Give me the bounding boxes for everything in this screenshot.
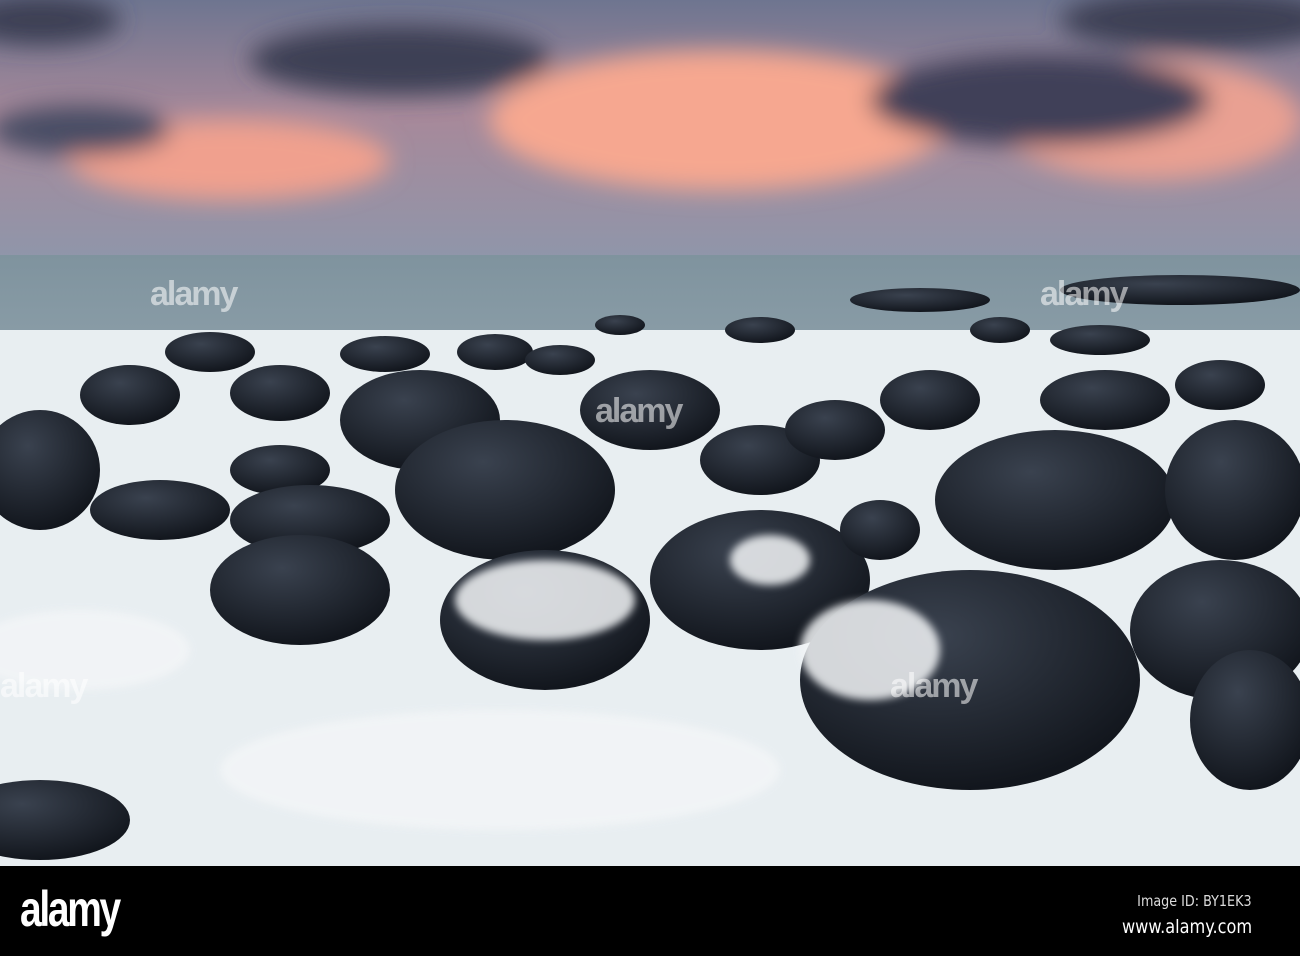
rock [840, 500, 920, 560]
rock [395, 420, 615, 560]
rock [880, 370, 980, 430]
watermark: alamy [890, 667, 978, 705]
watermark: alamy [150, 275, 238, 313]
rock [1040, 370, 1170, 430]
stock-photo: alamy alamy alamy alamy alamy alamy Image ID… [0, 0, 1300, 956]
rock [1165, 420, 1300, 560]
watermark: alamy [0, 667, 88, 705]
cloud [870, 55, 1210, 145]
cloud [490, 50, 950, 190]
foam-patch [220, 710, 780, 830]
rock [457, 334, 533, 370]
rock [1050, 325, 1150, 355]
seascape-photo [0, 0, 1300, 866]
rock [725, 317, 795, 343]
rock [210, 535, 390, 645]
rock [935, 430, 1175, 570]
image-id: Image ID: BY1EK3 [1137, 892, 1252, 910]
foam-patch [455, 560, 635, 640]
rock [595, 315, 645, 335]
rock [340, 336, 430, 372]
foam-patch [730, 535, 810, 585]
rock [230, 365, 330, 421]
alamy-logo: alamy [20, 881, 121, 937]
website-link: www.alamy.com [1121, 916, 1252, 938]
footer-bar: alamy Image ID: BY1EK3 www.alamy.com [0, 866, 1300, 956]
rock [850, 288, 990, 312]
watermark: alamy [1040, 275, 1128, 313]
rock [90, 480, 230, 540]
rock [80, 365, 180, 425]
watermark: alamy [595, 392, 683, 430]
rock [525, 345, 595, 375]
cloud [250, 25, 550, 95]
rock [165, 332, 255, 372]
rock [785, 400, 885, 460]
rock [970, 317, 1030, 343]
rock [1175, 360, 1265, 410]
